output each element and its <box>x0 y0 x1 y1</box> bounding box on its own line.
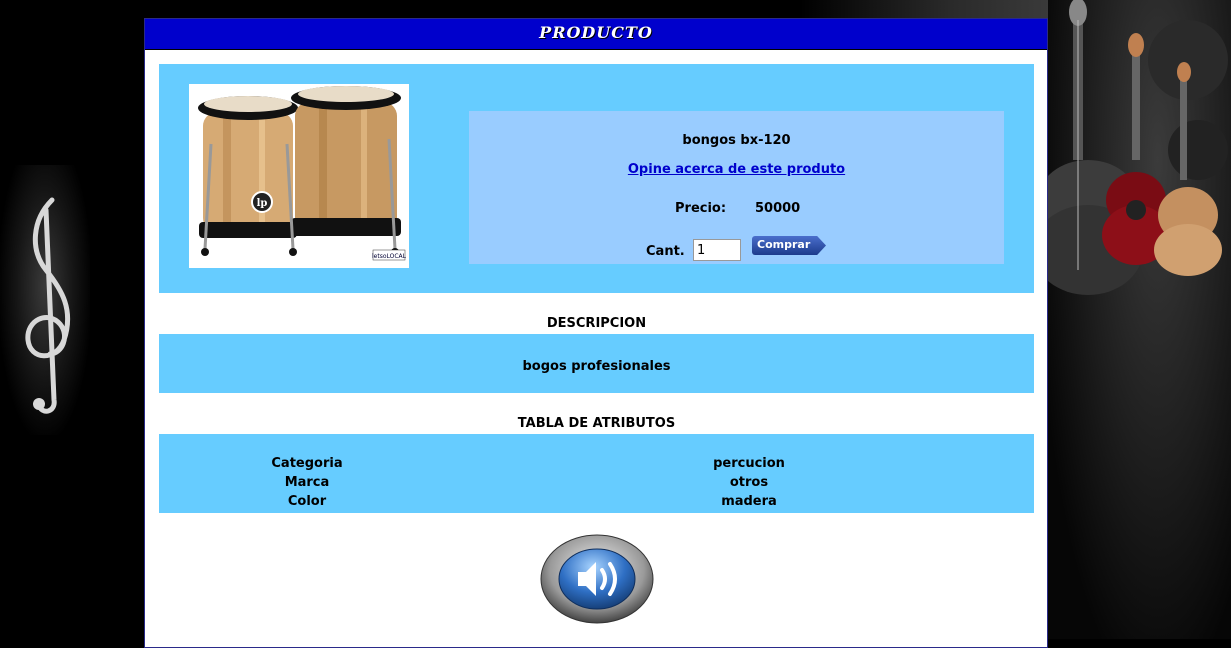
attribute-value: madera <box>721 494 777 509</box>
product-summary: lp letsoLOCAL bongos bx-120 Opine acerca… <box>159 64 1034 293</box>
attributes-title: TABLA DE ATRIBUTOS <box>517 416 676 431</box>
product-logo: lp <box>257 198 268 209</box>
product-image: lp letsoLOCAL <box>189 84 409 268</box>
table-row: Color madera <box>159 494 1034 513</box>
attribute-value: otros <box>729 475 769 490</box>
description-title: DESCRIPCION <box>546 316 647 331</box>
attribute-key: Marca <box>284 475 330 490</box>
opine-link[interactable]: Opine acerca de este produto <box>628 162 845 177</box>
image-stamp: letsoLOCAL <box>372 253 407 260</box>
product-info: bongos bx-120 Opine acerca de este produ… <box>469 111 1004 264</box>
page-title: PRODUCTO <box>145 19 1047 50</box>
bongos-illustration: lp letsoLOCAL <box>198 86 407 261</box>
product-name: bongos bx-120 <box>682 133 791 148</box>
price-label: Precio: <box>675 201 727 216</box>
description-box: bogos profesionales <box>159 334 1034 393</box>
treble-clef-icon <box>25 197 71 414</box>
attributes-table: Categoria percucion Marca otros Color ma… <box>159 434 1034 513</box>
guitars-decoration <box>1048 0 1228 295</box>
attribute-value: percucion <box>713 456 785 471</box>
buy-button[interactable]: Comprar <box>752 236 826 255</box>
quantity-input[interactable] <box>693 239 741 261</box>
table-row: Marca otros <box>159 475 1034 494</box>
quantity-label: Cant. <box>646 244 685 259</box>
product-panel: PRODUCTO lp letsoLOCAL bongos bx-120 Opi… <box>144 18 1048 648</box>
table-row: Categoria percucion <box>159 456 1034 475</box>
price-value: 50000 <box>755 201 801 216</box>
background-top <box>800 0 1050 20</box>
attribute-key: Color <box>287 494 327 509</box>
attribute-key: Categoria <box>271 456 343 471</box>
description-text: bogos profesionales <box>522 359 671 374</box>
speaker-icon[interactable] <box>540 534 655 624</box>
